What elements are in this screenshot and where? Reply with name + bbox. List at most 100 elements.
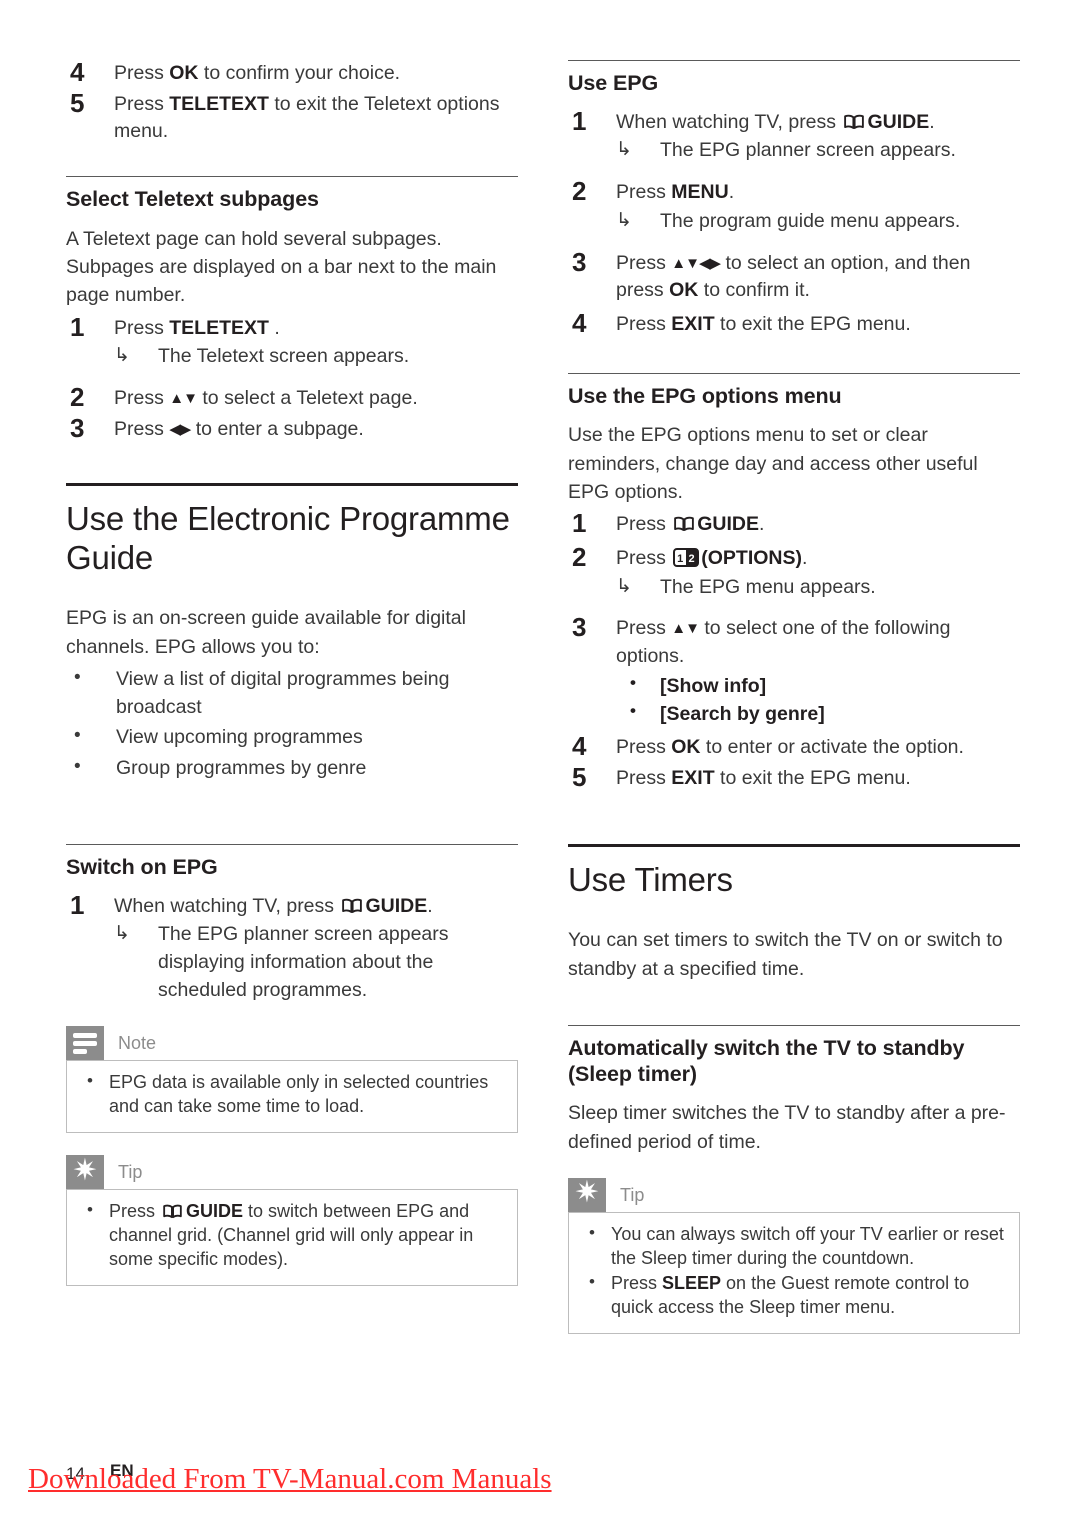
step-item: 1 When watching TV, press GUIDE. ↳ The E…	[568, 106, 1020, 165]
step-number: 1	[70, 889, 85, 920]
options-12-icon: 12	[673, 547, 700, 567]
section-divider	[568, 60, 1020, 61]
tip-callout-header: ✷ Tip	[66, 1155, 518, 1190]
nav-keys-icon: ▲▼	[169, 390, 198, 408]
tip-callout-header: ✷ Tip	[568, 1177, 1020, 1212]
step-text: Press ▲▼ to select a Teletext page.	[114, 387, 418, 409]
intro-paragraph: EPG is an on-screen guide available for …	[66, 607, 466, 658]
note-lines-icon	[66, 1026, 104, 1061]
step-result: ↳ The EPG planner screen appears.	[616, 137, 1020, 165]
step-pre: Press	[616, 546, 672, 569]
note-label: Note	[118, 1033, 157, 1054]
step-pre: Press	[616, 766, 672, 789]
step-pre: Press	[114, 316, 170, 339]
step-text: Press MENU.	[616, 181, 734, 203]
note-callout-header: Note	[66, 1026, 518, 1061]
step-text: When watching TV, press GUIDE.	[616, 111, 935, 133]
step-text: Press 1 2 (OPTIONS).	[616, 547, 807, 569]
asterisk-star-icon: ✷	[568, 1177, 606, 1212]
step-text: Press ▲▼◀▶ to select an option, and then…	[616, 252, 970, 302]
tip-callout: ✷ Tip Press GUIDE to switch between EPG …	[66, 1155, 518, 1287]
tip-label: Tip	[620, 1184, 645, 1205]
step-text: When watching TV, press GUIDE.	[114, 895, 433, 917]
right-column: Use EPG 1 When watching TV, press GUIDE.…	[568, 60, 1020, 1334]
result-arrow-icon: ↳	[114, 923, 130, 945]
book-icon	[162, 1202, 184, 1219]
section-divider	[66, 176, 518, 178]
section-epg-options-menu: Use the EPG options menu Use the EPG opt…	[568, 372, 1020, 793]
step-text: Press ▲▼ to select one of the following …	[616, 617, 950, 667]
continued-steps: 4 Press OK to confirm your choice. 5 Pre…	[66, 57, 518, 146]
tip-pre: Press	[109, 1201, 161, 1222]
section-use-epg: Use EPG 1 When watching TV, press GUIDE.…	[568, 60, 1020, 339]
step-number: 4	[572, 307, 587, 338]
key-label: MENU	[671, 181, 729, 204]
heading-switch-on-epg: Switch on EPG	[66, 854, 218, 879]
svg-text:1: 1	[677, 553, 683, 565]
step-item: 3 Press ◀▶ to enter a subpage.	[66, 413, 518, 444]
key-label: TELETEXT	[169, 316, 269, 339]
step-text: Press TELETEXT to exit the Teletext opti…	[114, 93, 499, 143]
manual-page: 4 Press OK to confirm your choice. 5 Pre…	[0, 0, 1080, 1527]
tip-pre: You can always switch off your TV earlie…	[611, 1223, 1004, 1268]
step-number: 3	[572, 246, 587, 277]
tip-label: Tip	[118, 1162, 143, 1183]
page-title-timers: Use Timers	[568, 861, 733, 899]
tip-callout: ✷ Tip You can always switch off your TV …	[568, 1177, 1020, 1334]
list-item: EPG data is available only in selected c…	[79, 1070, 505, 1119]
step-result: ↳ The EPG planner screen appears display…	[114, 921, 518, 1004]
step-post: .	[268, 316, 280, 339]
tip-pre: Press	[611, 1272, 663, 1293]
result-arrow-icon: ↳	[616, 575, 632, 597]
list-item: Press SLEEP on the Guest remote control …	[581, 1271, 1007, 1320]
tip-callout-body: Press GUIDE to switch between EPG and ch…	[66, 1189, 518, 1287]
switch-on-epg-steps: 1 When watching TV, press GUIDE. ↳ The E…	[66, 890, 518, 1005]
step-pre: Press	[114, 417, 170, 440]
epg-option-choices: [Show info] [Search by genre]	[616, 671, 1020, 729]
step-item: 3 Press ▲▼◀▶ to select an option, and th…	[568, 247, 1020, 305]
list-item: [Show info]	[616, 671, 1020, 701]
result-text: The EPG planner screen appears displayin…	[158, 923, 449, 1001]
epg-options-steps: 1 Press GUIDE. 2 Press 1 2 (OPTIONS). ↳ Th…	[568, 508, 1020, 792]
result-text: The EPG planner screen appears.	[660, 139, 956, 162]
step-item: 2 Press ▲▼ to select a Teletext page.	[66, 382, 518, 413]
book-icon	[673, 513, 695, 532]
list-item: View a list of digital programmes being …	[66, 664, 518, 722]
step-number: 4	[572, 731, 587, 762]
step-number: 3	[572, 612, 587, 643]
step-result: ↳ The Teletext screen appears.	[114, 343, 518, 371]
book-icon	[341, 895, 363, 913]
step-number: 2	[572, 541, 587, 572]
step-result: ↳ The program guide menu appears.	[616, 208, 1020, 236]
use-epg-steps: 1 When watching TV, press GUIDE. ↳ The E…	[568, 106, 1020, 339]
heading-use-epg: Use EPG	[568, 71, 659, 95]
step-post: to exit the EPG menu.	[714, 312, 911, 335]
list-item: You can always switch off your TV earlie…	[581, 1222, 1007, 1271]
key-label: EXIT	[671, 312, 715, 335]
section-electronic-programme-guide: Use the Electronic Programme Guide EPG i…	[66, 483, 518, 781]
step-post: .	[759, 513, 765, 536]
step-number: 3	[70, 412, 85, 443]
key-label: EXIT	[671, 766, 715, 789]
step-item: 1 Press TELETEXT . ↳ The Teletext screen…	[66, 312, 518, 371]
step-post: to confirm your choice.	[198, 62, 401, 84]
section-sleep-timer: Automatically switch the TV to standby (…	[568, 1024, 1020, 1156]
step-pre: Press	[114, 92, 170, 115]
heading-epg-options-menu: Use the EPG options menu	[568, 383, 842, 408]
result-arrow-icon: ↳	[616, 209, 632, 231]
step-item: 2 Press 1 2 (OPTIONS). ↳ The EPG menu appe…	[568, 542, 1020, 602]
key-label: GUIDE	[697, 513, 760, 536]
section-divider	[568, 372, 1020, 374]
step-text: Press EXIT to exit the EPG menu.	[616, 767, 911, 789]
list-item: View upcoming programmes	[66, 722, 518, 751]
key-label: GUIDE	[365, 894, 428, 917]
result-text: The EPG menu appears.	[660, 575, 876, 598]
watermark-link[interactable]: Downloaded From TV-Manual.com Manuals	[28, 1463, 552, 1496]
step-post: to enter a subpage.	[190, 417, 364, 440]
step-post: to exit the EPG menu.	[714, 766, 911, 789]
svg-text:2: 2	[689, 553, 695, 565]
section-select-teletext-subpages: Select Teletext subpages A Teletext page…	[66, 176, 518, 443]
key-label: SLEEP	[662, 1272, 722, 1293]
section-divider-thick	[66, 483, 518, 487]
step-result: ↳ The EPG menu appears.	[616, 574, 1020, 602]
